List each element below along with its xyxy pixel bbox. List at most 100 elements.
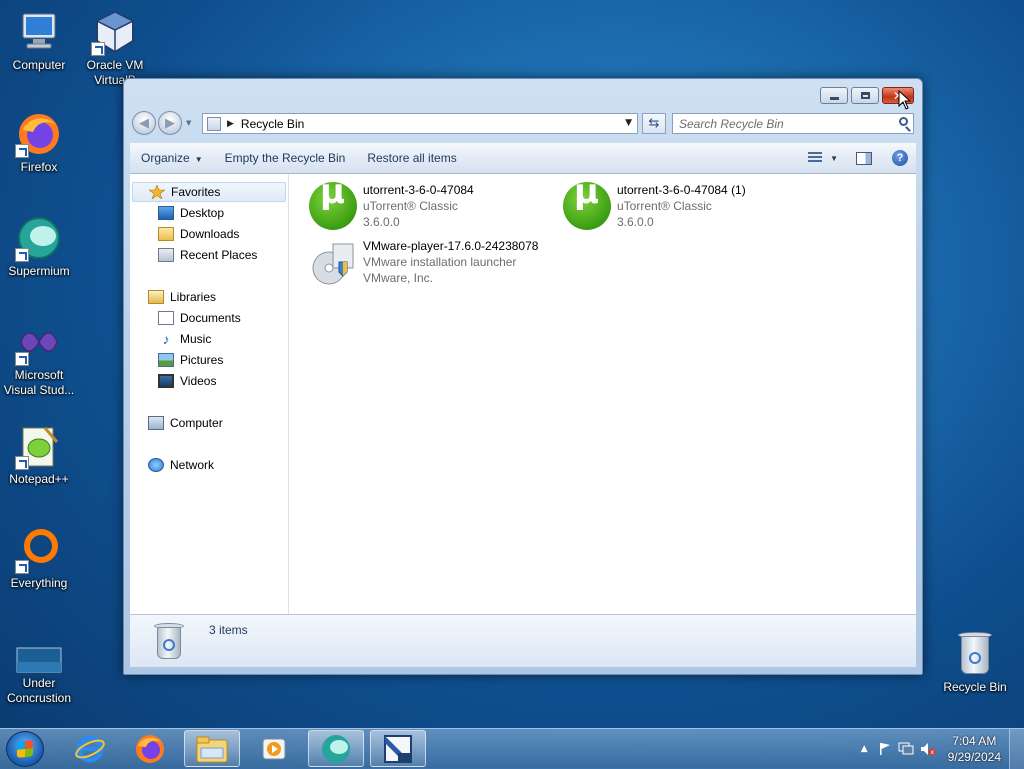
breadcrumb-arrow-icon[interactable]: ▶ xyxy=(227,119,234,129)
file-item[interactable]: VMware-player-17.6.0-24238078 VMware ins… xyxy=(309,238,538,286)
desktop-icon-label: Notepad++ xyxy=(9,472,69,486)
utorrent-icon xyxy=(563,182,611,230)
address-bar[interactable]: ▶ Recycle Bin ▼ xyxy=(202,113,638,134)
desktop-icon-recycle-bin[interactable]: Recycle Bin xyxy=(937,630,1013,695)
desktop-icon-label: Under xyxy=(22,676,56,690)
maximize-button[interactable] xyxy=(851,87,879,104)
file-description: uTorrent® Classic xyxy=(363,199,458,213)
nav-label: Network xyxy=(170,458,215,472)
shortcut-arrow-icon xyxy=(15,352,29,366)
nav-label: Desktop xyxy=(180,206,225,220)
desktop-icon-label: Firefox xyxy=(20,160,58,174)
desktop-icon-supermium[interactable]: Supermium xyxy=(1,214,77,279)
system-tray: ▲ x 7:04 AM 9/29/2024 xyxy=(861,729,1024,769)
address-dropdown-icon[interactable]: ▼ xyxy=(625,118,632,128)
shortcut-arrow-icon xyxy=(15,560,29,574)
libraries-icon xyxy=(148,290,164,304)
nav-music[interactable]: ♪ Music xyxy=(158,329,212,349)
show-desktop-button[interactable] xyxy=(1009,729,1024,769)
desktop-icon-computer[interactable]: Computer xyxy=(1,8,77,73)
chevron-down-icon: ▼ xyxy=(830,153,838,163)
nav-recent-places[interactable]: Recent Places xyxy=(158,245,257,265)
recent-pages-icon[interactable]: ▼ xyxy=(186,119,191,127)
desktop-icon-label: Supermium xyxy=(8,264,70,278)
taskbar-media-player[interactable] xyxy=(246,730,302,767)
utorrent-icon xyxy=(309,182,357,230)
volume-muted-icon[interactable]: x xyxy=(920,742,936,756)
supermium-icon xyxy=(15,214,63,262)
breadcrumb-recycle-bin[interactable]: Recycle Bin xyxy=(241,117,304,131)
shortcut-arrow-icon xyxy=(91,42,105,56)
vmware-installer-icon xyxy=(309,238,357,286)
desktop-icon-firefox[interactable]: Firefox xyxy=(1,110,77,175)
nav-label: Pictures xyxy=(180,353,224,367)
start-button[interactable] xyxy=(6,731,44,767)
recycle-bin-small-icon xyxy=(207,116,221,131)
maximize-icon xyxy=(860,92,870,99)
nav-favorites[interactable]: Favorites xyxy=(132,182,286,202)
desktop-icon-label: Everything xyxy=(10,576,68,590)
command-bar: Organize ▼ Empty the Recycle Bin Restore … xyxy=(130,143,916,174)
organize-button[interactable]: Organize ▼ xyxy=(130,143,214,173)
restore-all-button[interactable]: Restore all items xyxy=(356,143,467,173)
notepadpp-icon xyxy=(15,422,63,470)
videos-icon xyxy=(158,374,174,388)
clock[interactable]: 7:04 AM 9/29/2024 xyxy=(948,733,1001,765)
everything-icon xyxy=(15,526,63,574)
pictures-icon xyxy=(158,353,174,367)
desktop-icon-virtualbox[interactable]: Oracle VM VirtualB xyxy=(77,8,153,88)
nav-computer[interactable]: Computer xyxy=(148,413,223,433)
taskbar-virtual-machine[interactable] xyxy=(370,730,426,767)
show-hidden-icons-icon[interactable]: ▲ xyxy=(861,744,868,754)
action-center-flag-icon[interactable] xyxy=(878,742,892,756)
file-description: VMware installation launcher xyxy=(363,255,517,269)
file-item[interactable]: utorrent-3-6-0-47084 uTorrent® Classic 3… xyxy=(309,182,474,230)
nav-downloads[interactable]: Downloads xyxy=(158,224,239,244)
computer-icon xyxy=(15,8,63,56)
help-button[interactable]: ? xyxy=(892,150,908,166)
back-button[interactable]: ◀ xyxy=(132,111,156,135)
file-item[interactable]: utorrent-3-6-0-47084 (1) uTorrent® Class… xyxy=(563,182,746,230)
desktop-icon-label: Microsoft xyxy=(14,368,64,382)
desktop-icon-under-concrustion[interactable]: Under Concrustion xyxy=(1,640,77,706)
refresh-button[interactable]: ⇆ xyxy=(642,113,666,134)
nav-label: Favorites xyxy=(171,185,221,199)
nav-libraries[interactable]: Libraries xyxy=(148,287,216,307)
back-arrow-icon: ◀ xyxy=(139,115,149,131)
network-tray-icon[interactable] xyxy=(898,742,914,756)
file-name: utorrent-3-6-0-47084 xyxy=(363,183,474,197)
nav-desktop[interactable]: Desktop xyxy=(158,203,224,223)
network-icon xyxy=(148,458,164,472)
taskbar-supermium[interactable] xyxy=(308,730,364,767)
nav-videos[interactable]: Videos xyxy=(158,371,216,391)
forward-arrow-icon: ▶ xyxy=(165,115,175,131)
folder-icon xyxy=(196,736,228,762)
search-box[interactable] xyxy=(672,113,914,134)
search-icon[interactable] xyxy=(899,117,908,126)
desktop-icon-label: Recycle Bin xyxy=(943,680,1007,694)
desktop-icon-everything[interactable]: Everything xyxy=(1,526,77,591)
taskbar-firefox[interactable] xyxy=(122,730,178,767)
item-count: 3 items xyxy=(209,623,248,637)
change-view-button[interactable]: ▼ xyxy=(808,152,838,164)
taskbar-windows-explorer[interactable] xyxy=(184,730,240,767)
nav-label: Recent Places xyxy=(180,248,258,262)
nav-documents[interactable]: Documents xyxy=(158,308,241,328)
preview-pane-button[interactable] xyxy=(856,151,872,165)
desktop-icon-visual-studio[interactable]: Microsoft Visual Stud... xyxy=(1,318,77,398)
desktop-icon-notepadpp[interactable]: Notepad++ xyxy=(1,422,77,487)
recycle-bin-icon xyxy=(154,621,184,661)
empty-recycle-bin-button[interactable]: Empty the Recycle Bin xyxy=(214,143,357,173)
desktop-icon-label: Concrustion xyxy=(6,691,72,705)
search-input[interactable] xyxy=(679,115,879,132)
organize-label: Organize xyxy=(141,151,190,165)
file-version: 3.6.0.0 xyxy=(617,215,654,229)
forward-button[interactable]: ▶ xyxy=(158,111,182,135)
minimize-button[interactable] xyxy=(820,87,848,104)
nav-network[interactable]: Network xyxy=(148,455,214,475)
file-list: utorrent-3-6-0-47084 uTorrent® Classic 3… xyxy=(289,174,916,614)
image-file-icon xyxy=(15,640,63,674)
taskbar-internet-explorer[interactable] xyxy=(62,730,118,767)
nav-pictures[interactable]: Pictures xyxy=(158,350,223,370)
media-player-icon xyxy=(262,738,286,759)
